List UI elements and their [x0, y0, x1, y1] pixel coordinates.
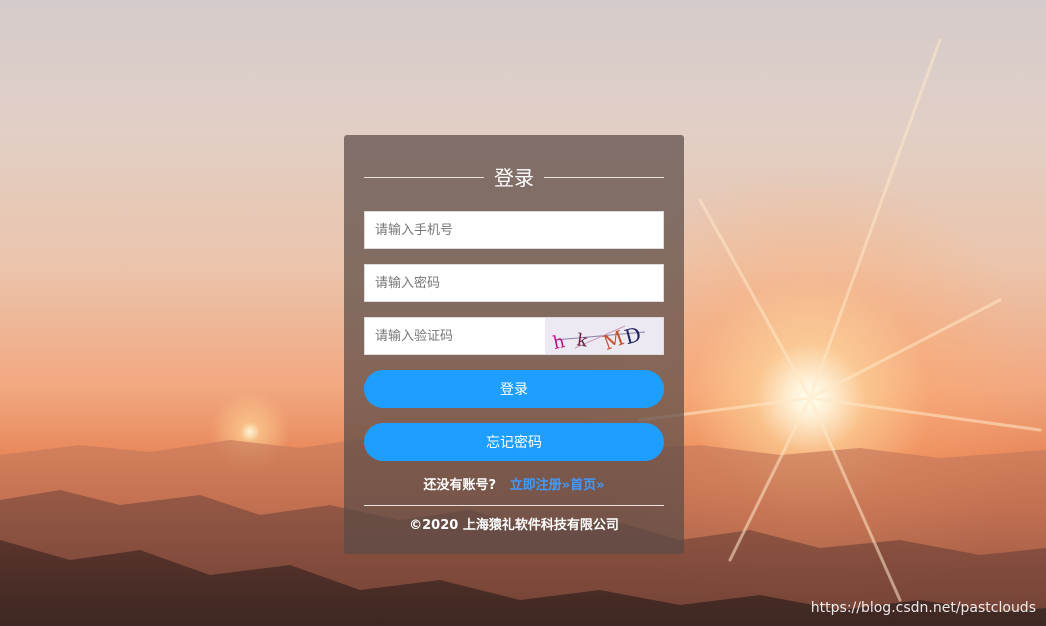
register-link[interactable]: 立即注册»: [510, 478, 570, 493]
login-button[interactable]: 登录: [364, 370, 664, 408]
footer-divider: [364, 505, 664, 506]
phone-field[interactable]: [364, 211, 664, 249]
title-divider-right: [544, 177, 664, 178]
forgot-password-button[interactable]: 忘记密码: [364, 423, 664, 461]
captcha-image[interactable]: h k M D: [545, 318, 663, 354]
captcha-input[interactable]: [365, 318, 545, 354]
watermark-url: https://blog.csdn.net/pastclouds: [810, 600, 1036, 616]
password-field[interactable]: [364, 264, 664, 302]
no-account-text: 还没有账号?: [423, 478, 497, 493]
phone-input[interactable]: [365, 212, 663, 248]
login-title: 登录: [494, 166, 534, 190]
login-panel: 登录 h k M D 登录 忘记密码 还没有账号? 立即注册»首页» ©2020…: [344, 135, 684, 554]
copyright-text: ©2020 上海猿礼软件科技有限公司: [409, 518, 619, 533]
password-input[interactable]: [365, 265, 663, 301]
home-link[interactable]: 首页»: [570, 478, 604, 493]
login-title-row: 登录: [364, 163, 664, 193]
captcha-field[interactable]: h k M D: [364, 317, 664, 355]
register-row: 还没有账号? 立即注册»首页»: [364, 477, 664, 495]
